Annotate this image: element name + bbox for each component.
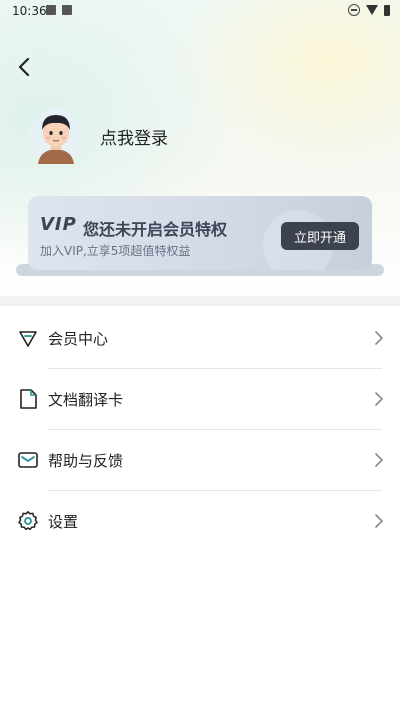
mail-icon <box>18 452 38 468</box>
status-right-icons <box>348 4 390 16</box>
vip-subtitle: 加入VIP,立享5项超值特权益 <box>40 244 191 258</box>
menu-item-doc-translate-card[interactable]: 文档翻译卡 <box>0 369 400 430</box>
login-text: 点我登录 <box>100 128 168 149</box>
menu-item-member-center[interactable]: 会员中心 <box>0 308 400 369</box>
vip-logo: VIP <box>40 214 77 235</box>
menu-item-settings[interactable]: 设置 <box>0 491 400 552</box>
login-profile[interactable]: 点我登录 <box>28 106 168 166</box>
status-bar: 10:36 <box>0 0 400 24</box>
menu-label: 设置 <box>48 513 79 531</box>
gear-icon <box>18 511 38 531</box>
menu-item-help-feedback[interactable]: 帮助与反馈 <box>0 430 400 491</box>
vip-card[interactable]: VIP 您还未开启会员特权 加入VIP,立享5项超值特权益 立即开通 <box>28 196 372 270</box>
app-notification-icon <box>62 5 72 15</box>
chevron-right-icon <box>375 514 383 528</box>
back-arrow-icon <box>18 57 30 77</box>
battery-icon <box>384 4 390 16</box>
chevron-right-icon <box>375 331 383 345</box>
status-time: 10:36 <box>12 4 47 18</box>
do-not-disturb-icon <box>348 4 360 16</box>
chevron-right-icon <box>375 392 383 406</box>
vip-title: 您还未开启会员特权 <box>83 220 228 239</box>
open-vip-button[interactable]: 立即开通 <box>281 222 359 250</box>
wifi-icon <box>366 5 378 15</box>
menu-label: 文档翻译卡 <box>48 391 124 409</box>
menu-list: 会员中心 文档翻译卡 帮助与反馈 设置 <box>0 308 400 552</box>
section-divider <box>0 296 400 306</box>
image-notification-icon <box>46 5 56 15</box>
diamond-icon <box>19 331 37 347</box>
menu-label: 会员中心 <box>48 330 109 348</box>
back-button[interactable] <box>14 56 36 78</box>
status-left-icons <box>46 5 72 15</box>
chevron-right-icon <box>375 453 383 467</box>
avatar <box>29 109 83 164</box>
menu-label: 帮助与反馈 <box>48 452 124 470</box>
document-icon <box>20 389 37 409</box>
